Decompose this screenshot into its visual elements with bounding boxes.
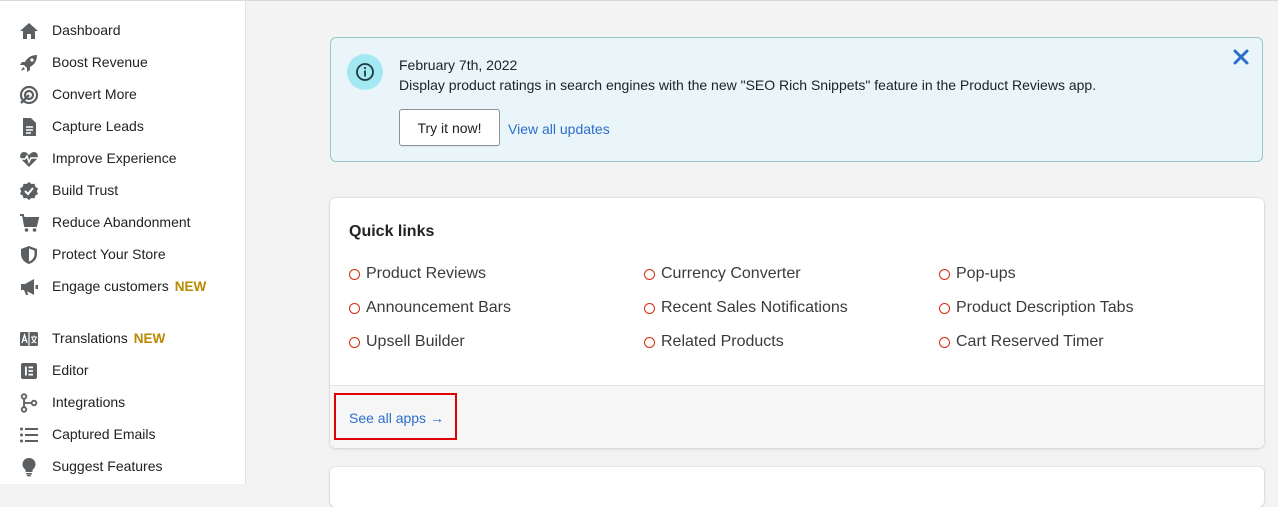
next-card [330,467,1264,507]
quick-link-label: Pop-ups [956,265,1016,282]
sidebar-item-label: Translations [52,330,128,346]
sidebar-item-label: Dashboard [52,22,121,38]
quick-link-cart-reserved-timer[interactable]: Cart Reserved Timer [939,333,1104,351]
badge-check-icon [18,181,40,201]
quick-link-upsell-builder[interactable]: Upsell Builder [349,333,465,351]
circle-icon [939,302,950,314]
cart-icon [18,213,40,233]
quick-link-label: Cart Reserved Timer [956,333,1104,350]
close-icon[interactable] [1232,48,1250,66]
rocket-icon [18,53,40,73]
banner-date: February 7th, 2022 [399,57,518,73]
sidebar-item-protect-your-store[interactable]: Protect Your Store [0,239,246,271]
sidebar-item-label-wrap: Translations NEW [52,330,165,346]
quick-link-related-products[interactable]: Related Products [644,333,784,351]
sidebar-item-capture-leads[interactable]: Capture Leads [0,111,246,143]
quick-link-label: Product Reviews [366,265,487,282]
sidebar-item-dashboard[interactable]: Dashboard [0,15,246,47]
sidebar-item-label: Protect Your Store [52,246,166,262]
quick-link-label: Currency Converter [661,265,801,282]
sidebar-item-label: Integrations [52,394,126,410]
megaphone-icon [18,277,40,297]
circle-icon [349,336,360,348]
editor-icon [18,361,40,381]
update-banner: February 7th, 2022 Display product ratin… [330,37,1263,162]
quick-link-label: Recent Sales Notifications [661,299,848,316]
circle-icon [349,268,360,280]
translate-icon [18,329,40,349]
sidebar-item-label: Build Trust [52,182,119,198]
sidebar-item-suggest-features[interactable]: Suggest Features [0,451,246,483]
quick-link-label: Product Description Tabs [956,299,1134,316]
sidebar: Dashboard Boost Revenue Convert More Cap… [0,1,246,484]
lightbulb-icon [18,457,40,477]
circle-icon [349,302,360,314]
try-it-now-button[interactable]: Try it now! [399,109,500,146]
sidebar-item-label: Editor [52,362,89,378]
new-badge: NEW [133,331,166,346]
sidebar-item-label: Improve Experience [52,150,177,166]
sidebar-item-integrations[interactable]: Integrations [0,387,246,419]
quick-link-label: Related Products [661,333,784,350]
sidebar-item-label: Reduce Abandonment [52,214,191,230]
shield-icon [18,245,40,265]
sidebar-item-label: Engage customers [52,278,169,294]
quick-links-title: Quick links [349,223,435,240]
view-all-updates-link[interactable]: View all updates [508,121,610,137]
list-icon [18,425,40,445]
quick-link-pop-ups[interactable]: Pop-ups [939,265,1016,283]
sidebar-item-convert-more[interactable]: Convert More [0,79,246,111]
sidebar-item-label: Convert More [52,86,137,102]
circle-icon [939,268,950,280]
quick-link-recent-sales-notifications[interactable]: Recent Sales Notifications [644,299,848,317]
sidebar-item-label: Captured Emails [52,426,156,442]
heartbeat-icon [18,149,40,169]
quick-link-product-reviews[interactable]: Product Reviews [349,265,486,283]
sidebar-item-label: Suggest Features [52,458,163,474]
circle-icon [644,302,655,314]
highlight-annotation [334,393,457,440]
sidebar-item-label: Boost Revenue [52,54,148,70]
quick-links-card: Quick links Product Reviews Currency Con… [330,198,1264,448]
banner-message: Display product ratings in search engine… [399,77,1097,93]
integrations-icon [18,393,40,413]
sidebar-item-reduce-abandonment[interactable]: Reduce Abandonment [0,207,246,239]
sidebar-item-editor[interactable]: Editor [0,355,246,387]
sidebar-item-boost-revenue[interactable]: Boost Revenue [0,47,246,79]
circle-icon [644,268,655,280]
sidebar-item-translations[interactable]: Translations NEW [0,323,246,355]
quick-link-announcement-bars[interactable]: Announcement Bars [349,299,511,317]
quick-link-product-description-tabs[interactable]: Product Description Tabs [939,299,1134,317]
info-icon [347,54,383,90]
quick-link-currency-converter[interactable]: Currency Converter [644,265,801,283]
sidebar-item-captured-emails[interactable]: Captured Emails [0,419,246,451]
circle-icon [644,336,655,348]
circle-icon [939,336,950,348]
new-badge: NEW [174,279,207,294]
sidebar-item-build-trust[interactable]: Build Trust [0,175,246,207]
quick-link-label: Announcement Bars [366,299,511,316]
sidebar-item-improve-experience[interactable]: Improve Experience [0,143,246,175]
document-icon [18,117,40,137]
sidebar-item-engage-customers[interactable]: Engage customers NEW [0,271,246,303]
card-footer: See all apps → [330,385,1264,448]
quick-link-label: Upsell Builder [366,333,465,350]
home-icon [18,21,40,41]
sidebar-item-label: Capture Leads [52,118,144,134]
sidebar-item-label-wrap: Engage customers NEW [52,278,206,294]
target-icon [18,85,40,105]
